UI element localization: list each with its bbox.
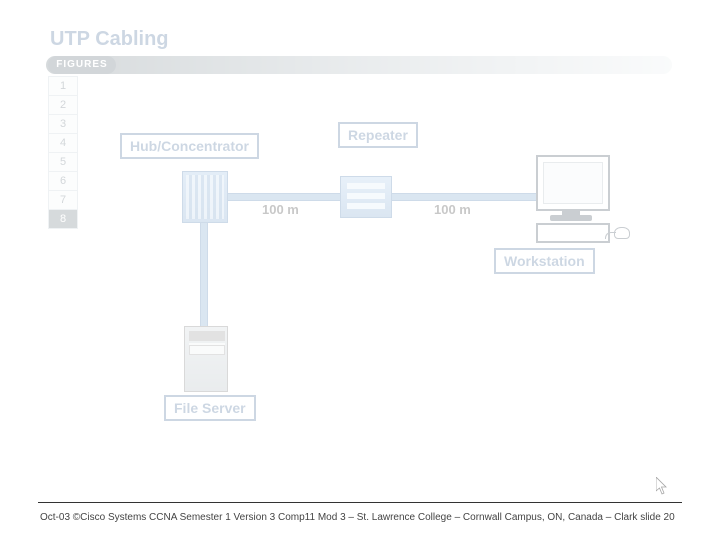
workstation-icon (522, 155, 632, 240)
cursor-icon (656, 477, 668, 495)
slide: UTP Cabling FIGURES 1 2 3 4 5 6 7 8 Hub/… (0, 0, 720, 540)
figure-tab-8[interactable]: 8 (48, 209, 78, 229)
figure-tab-1[interactable]: 1 (48, 76, 78, 96)
cable-hub-repeater (226, 193, 342, 201)
repeater-icon (340, 176, 392, 218)
footer-divider (38, 502, 682, 503)
figure-tab-6[interactable]: 6 (48, 171, 78, 191)
pc-box-icon (536, 223, 610, 243)
mouse-icon (614, 227, 630, 239)
file-server-label: File Server (164, 395, 256, 421)
figure-tab-2[interactable]: 2 (48, 95, 78, 115)
hub-label: Hub/Concentrator (120, 133, 259, 159)
page-title: UTP Cabling (50, 28, 169, 51)
cable-repeater-workstation (390, 193, 538, 201)
distance-hub-repeater: 100 m (262, 202, 299, 217)
workstation-label: Workstation (494, 248, 595, 274)
figure-tab-5[interactable]: 5 (48, 152, 78, 172)
figure-tab-3[interactable]: 3 (48, 114, 78, 134)
figure-tabs: 1 2 3 4 5 6 7 8 (48, 76, 76, 228)
footer-text: Oct-03 ©Cisco Systems CCNA Semester 1 Ve… (40, 512, 680, 523)
distance-repeater-workstation: 100 m (434, 202, 471, 217)
figure-tab-4[interactable]: 4 (48, 133, 78, 153)
repeater-label: Repeater (338, 122, 418, 148)
figures-label: FIGURES (48, 56, 116, 74)
monitor-icon (536, 155, 610, 211)
monitor-base-icon (550, 215, 592, 221)
figure-tab-7[interactable]: 7 (48, 190, 78, 210)
cable-hub-server (200, 222, 208, 328)
hub-icon (182, 171, 228, 223)
figures-bar (46, 56, 672, 74)
file-server-icon (184, 326, 228, 392)
